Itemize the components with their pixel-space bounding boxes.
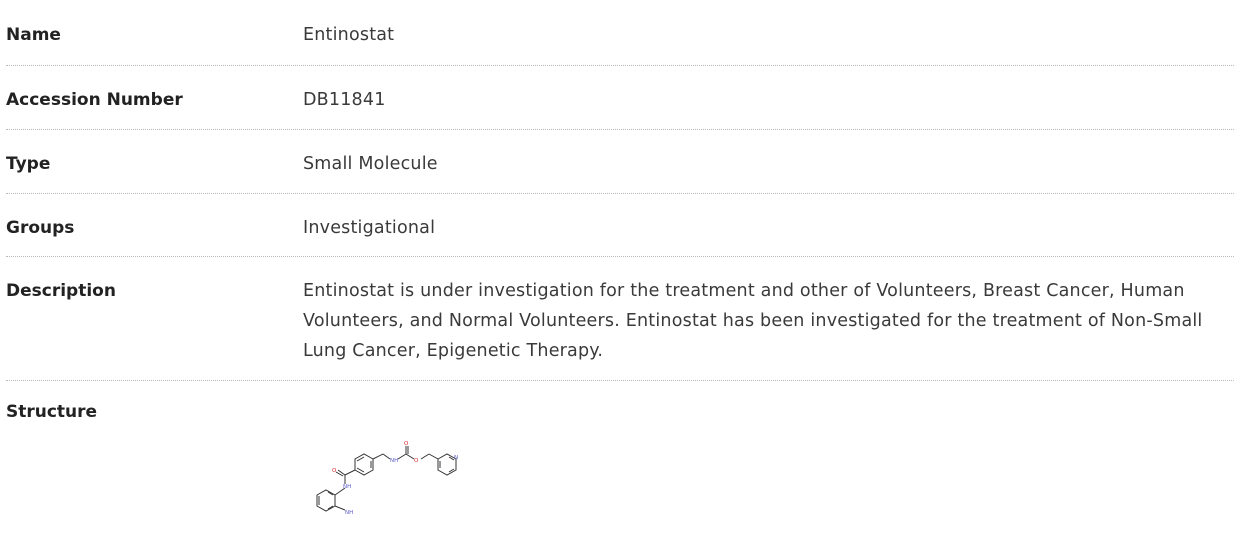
chemical-structure-image: O NH NH NH O O N — [316, 441, 458, 516]
row-type: Type Small Molecule — [6, 130, 1234, 194]
carbonyl-oxygen-atom: O — [332, 468, 337, 474]
groups-label: Groups — [6, 218, 75, 238]
description-label: Description — [6, 281, 116, 301]
carbamate-nh-atom: NH — [390, 458, 398, 464]
type-value: Small Molecule — [303, 154, 438, 174]
row-name: Name Entinostat — [6, 0, 1234, 66]
row-accession-number: Accession Number DB11841 — [6, 66, 1234, 130]
ester-oxygen-atom: O — [414, 458, 419, 464]
amine-nh-atom: NH — [345, 510, 353, 516]
pyridine-nitrogen-atom: N — [454, 455, 458, 461]
groups-value: Investigational — [303, 218, 436, 238]
row-groups: Groups Investigational — [6, 194, 1234, 257]
name-value: Entinostat — [303, 25, 395, 45]
carbamate-carbonyl-oxygen-atom: O — [404, 441, 409, 447]
name-label: Name — [6, 25, 61, 45]
type-label: Type — [6, 154, 51, 174]
row-description: Description Entinostat is under investig… — [6, 257, 1234, 381]
amide-nh-atom: NH — [343, 484, 351, 490]
structure-label: Structure — [6, 402, 98, 422]
description-value: Entinostat is under investigation for th… — [303, 281, 1203, 361]
accession-number-value: DB11841 — [303, 90, 386, 110]
row-structure: Structure O NH NH NH O O N — [6, 381, 1234, 541]
drug-info-table: Name Entinostat Accession Number DB11841… — [0, 0, 1236, 541]
accession-number-label: Accession Number — [6, 90, 183, 110]
